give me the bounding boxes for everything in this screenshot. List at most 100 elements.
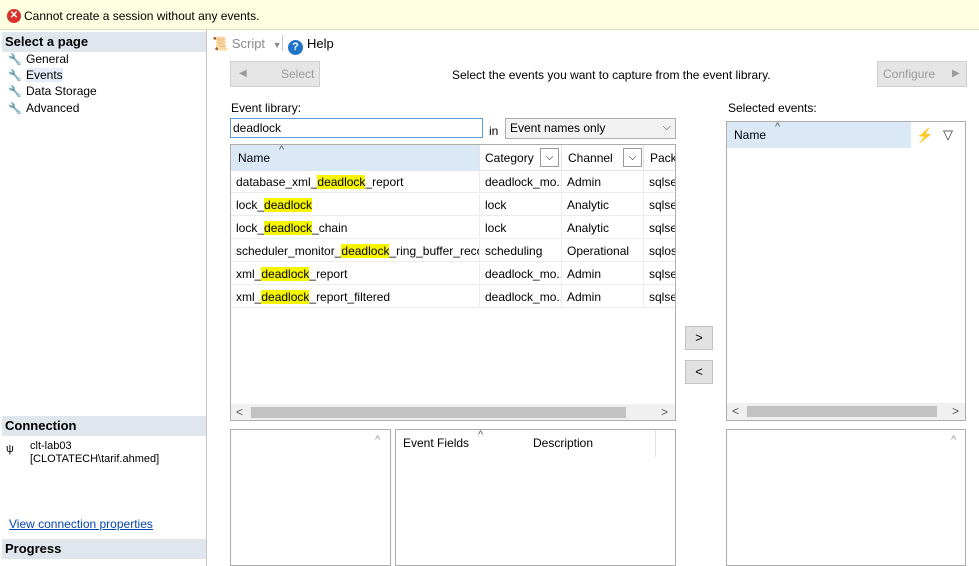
scroll-right-icon[interactable]: > xyxy=(952,403,959,420)
event-category-cell: deadlock_mo... xyxy=(480,286,562,308)
select-button[interactable]: ◀ Select xyxy=(230,61,320,87)
table-row[interactable]: database_xml_deadlock_report deadlock_mo.… xyxy=(231,171,675,193)
script-button[interactable]: 📜 Script ▼ xyxy=(212,36,282,52)
event-package-cell: sqlse xyxy=(644,171,675,193)
horizontal-scrollbar[interactable]: < > xyxy=(727,403,965,420)
sort-ascending-icon: ^ xyxy=(478,429,484,441)
column-header-label: Pack xyxy=(650,151,676,165)
event-name-text: scheduler_monitor_ xyxy=(236,244,342,258)
search-match-highlight: deadlock xyxy=(264,221,313,235)
event-name-text: xml_ xyxy=(236,290,262,304)
script-label: Script xyxy=(231,36,266,51)
wrench-icon: 🔧 xyxy=(8,103,22,115)
connection-header: Connection xyxy=(2,416,206,436)
scroll-left-icon[interactable]: < xyxy=(236,404,243,420)
category-filter-dropdown[interactable]: ⌵ xyxy=(540,148,559,167)
selected-event-details-panel: ^ xyxy=(726,429,966,566)
channel-filter-dropdown[interactable]: ⌵ xyxy=(623,148,642,167)
wrench-icon: 🔧 xyxy=(8,86,22,98)
page-item-events[interactable]: 🔧 Events xyxy=(8,68,63,84)
sort-ascending-icon: ^ xyxy=(279,144,285,156)
lightning-icon[interactable]: ⚡ xyxy=(916,127,933,144)
configure-button-label: Configure xyxy=(883,67,936,81)
column-header-package[interactable]: Pack xyxy=(644,145,676,171)
scrollbar-thumb[interactable] xyxy=(251,407,626,418)
event-name-text: lock_ xyxy=(236,198,265,212)
error-icon: ✕ xyxy=(7,9,21,23)
toolbar: 📜 Script ▼ ? Help xyxy=(208,30,979,56)
in-label: in xyxy=(489,124,499,138)
event-category-cell: deadlock_mo... xyxy=(480,171,562,193)
wrench-icon: 🔧 xyxy=(8,54,22,66)
chevron-down-icon: ⌵ xyxy=(662,121,671,133)
event-channel-cell: Admin xyxy=(562,263,644,285)
scroll-up-icon[interactable]: ^ xyxy=(375,434,380,446)
event-name-text: _report xyxy=(309,267,348,281)
instruction-text: Select the events you want to capture fr… xyxy=(452,68,771,82)
description-header[interactable]: Description xyxy=(526,430,656,457)
connection-icon: ψ xyxy=(6,443,14,455)
event-name-text: _ring_buffer_recor... xyxy=(389,244,479,258)
table-row[interactable]: xml_deadlock_report_filtered deadlock_mo.… xyxy=(231,286,675,308)
column-header-label: Name xyxy=(238,151,271,165)
event-fields-header[interactable]: Event Fields ^ xyxy=(396,429,526,457)
event-search-input[interactable] xyxy=(230,118,483,138)
page-item-general[interactable]: 🔧 General xyxy=(8,52,69,68)
event-package-cell: sqlse xyxy=(644,217,675,239)
selected-events-label: Selected events: xyxy=(728,101,817,115)
arrow-left-icon: ◀ xyxy=(239,68,247,79)
table-row[interactable]: lock_deadlock lock Analytic sqlse xyxy=(231,194,675,216)
event-name-text: lock_ xyxy=(236,221,265,235)
error-message: Cannot create a session without any even… xyxy=(24,9,260,23)
column-header-label: Channel xyxy=(568,151,613,165)
horizontal-scrollbar[interactable]: < > xyxy=(231,404,675,420)
event-fields-label: Event Fields xyxy=(403,436,470,450)
description-label: Description xyxy=(533,436,594,450)
event-name-text: _chain xyxy=(312,221,348,235)
filter-icon[interactable]: ▽ xyxy=(943,127,953,143)
scroll-right-icon[interactable]: > xyxy=(661,404,668,420)
help-icon: ? xyxy=(288,40,303,55)
table-row[interactable]: scheduler_monitor_deadlock_ring_buffer_r… xyxy=(231,240,675,262)
event-channel-cell: Operational xyxy=(562,240,644,262)
column-header-label: Name xyxy=(734,128,767,142)
selected-column-header-name[interactable]: Name ^ xyxy=(727,121,911,148)
search-scope-select[interactable]: Event names only ⌵ xyxy=(505,118,676,139)
event-name-cell: lock_deadlock xyxy=(231,194,480,216)
error-banner: ✕ Cannot create a session without any ev… xyxy=(0,0,979,30)
column-header-name[interactable]: Name ^ xyxy=(231,145,480,171)
page-item-advanced[interactable]: 🔧 Advanced xyxy=(8,101,79,117)
select-page-header: Select a page xyxy=(2,32,206,52)
table-row[interactable]: xml_deadlock_report deadlock_mo... Admin sq… xyxy=(231,263,675,285)
event-name-text: _report_filtered xyxy=(309,290,391,304)
connection-user: [CLOTATECH\tarif.ahmed] xyxy=(30,453,160,465)
search-match-highlight: deadlock xyxy=(261,290,310,304)
page-item-data-storage[interactable]: 🔧 Data Storage xyxy=(8,84,97,100)
event-library-label: Event library: xyxy=(231,101,302,115)
help-label: Help xyxy=(307,36,334,51)
chevron-left-icon: < xyxy=(695,364,703,379)
scroll-up-icon[interactable]: ^ xyxy=(951,434,956,446)
connection-server: clt-lab03 xyxy=(30,440,72,452)
event-category-cell: scheduling xyxy=(480,240,562,262)
event-package-cell: sqlos xyxy=(644,240,675,262)
select-button-label: Select xyxy=(281,67,315,81)
help-button[interactable]: ? Help xyxy=(288,36,334,55)
remove-event-button[interactable]: < xyxy=(685,360,713,384)
event-name-text: xml_ xyxy=(236,267,262,281)
event-name-text: database_xml_ xyxy=(236,175,318,189)
event-name-cell: lock_deadlock_chain xyxy=(231,217,480,239)
event-library-grid: Name ^ Category ⌵ Channel ⌵ Pack < > dat… xyxy=(230,144,676,421)
scrollbar-thumb[interactable] xyxy=(747,406,937,417)
scroll-left-icon[interactable]: < xyxy=(732,403,739,420)
configure-button[interactable]: Configure ▶ xyxy=(877,61,967,87)
view-connection-properties-link[interactable]: View connection properties xyxy=(9,517,153,531)
table-row[interactable]: lock_deadlock_chain lock Analytic sqlse xyxy=(231,217,675,239)
arrow-right-icon: ▶ xyxy=(952,68,960,79)
search-scope-value: Event names only xyxy=(510,121,606,135)
page-item-label: Events xyxy=(26,68,63,82)
event-category-cell: deadlock_mo... xyxy=(480,263,562,285)
event-package-cell: sqlse xyxy=(644,263,675,285)
add-event-button[interactable]: > xyxy=(685,326,713,350)
chevron-down-icon: ▼ xyxy=(272,40,282,50)
